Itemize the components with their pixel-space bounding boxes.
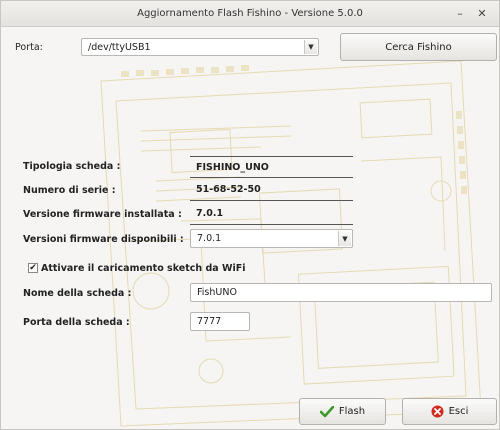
fw-available-select[interactable]: 7.0.1 ▼ xyxy=(190,229,353,248)
title-bar: Aggiornamento Flash Fishino - Versione 5… xyxy=(1,1,499,27)
fw-installed-label: Versione firmware installata : xyxy=(23,209,182,220)
fw-available-label: Versioni firmware disponibili : xyxy=(23,234,184,245)
exit-button-label: Esci xyxy=(448,406,469,417)
fw-installed-value: 7.0.1 xyxy=(196,208,224,219)
flash-button-label: Flash xyxy=(338,406,366,417)
chevron-down-icon[interactable]: ▼ xyxy=(304,40,317,54)
wifi-upload-checkbox[interactable]: ✔ xyxy=(28,263,38,273)
search-fishino-button-label: Cerca Fishino xyxy=(385,41,452,53)
minimize-button[interactable]: – xyxy=(451,5,469,23)
port-select-value: /dev/ttyUSB1 xyxy=(88,41,151,53)
flash-button[interactable]: Flash xyxy=(299,398,386,425)
cancel-icon xyxy=(431,405,444,418)
exit-button[interactable]: Esci xyxy=(402,398,497,425)
board-port-input[interactable]: 7777 xyxy=(190,312,250,331)
port-select[interactable]: /dev/ttyUSB1 ▼ xyxy=(81,38,319,56)
board-port-value: 7777 xyxy=(197,316,222,327)
serial-number-label: Numero di serie : xyxy=(23,185,116,196)
board-name-input[interactable]: FishUNO xyxy=(190,283,492,302)
board-port-label: Porta della scheda : xyxy=(23,317,130,328)
window-title: Aggiornamento Flash Fishino - Versione 5… xyxy=(137,8,363,19)
serial-number-field: 51-68-52-50 xyxy=(190,179,353,201)
port-label: Porta: xyxy=(15,42,43,53)
fw-available-value: 7.0.1 xyxy=(197,233,222,244)
board-name-label: Nome della scheda : xyxy=(23,288,132,299)
board-type-field: FISHINO_UNO xyxy=(190,156,353,178)
board-type-value: FISHINO_UNO xyxy=(196,161,269,173)
chevron-down-icon[interactable]: ▼ xyxy=(338,231,351,246)
checkmark-icon xyxy=(319,405,334,418)
serial-number-value: 51-68-52-50 xyxy=(196,184,261,195)
search-fishino-button[interactable]: Cerca Fishino xyxy=(340,33,497,61)
app-window: Aggiornamento Flash Fishino - Versione 5… xyxy=(0,0,500,430)
board-name-value: FishUNO xyxy=(197,287,237,298)
close-window-button[interactable]: ✕ xyxy=(473,5,491,23)
fw-installed-field: 7.0.1 xyxy=(190,203,353,225)
board-type-label: Tipologia scheda : xyxy=(23,161,121,172)
wifi-upload-label[interactable]: Attivare il caricamento sketch da WiFi xyxy=(41,263,245,274)
